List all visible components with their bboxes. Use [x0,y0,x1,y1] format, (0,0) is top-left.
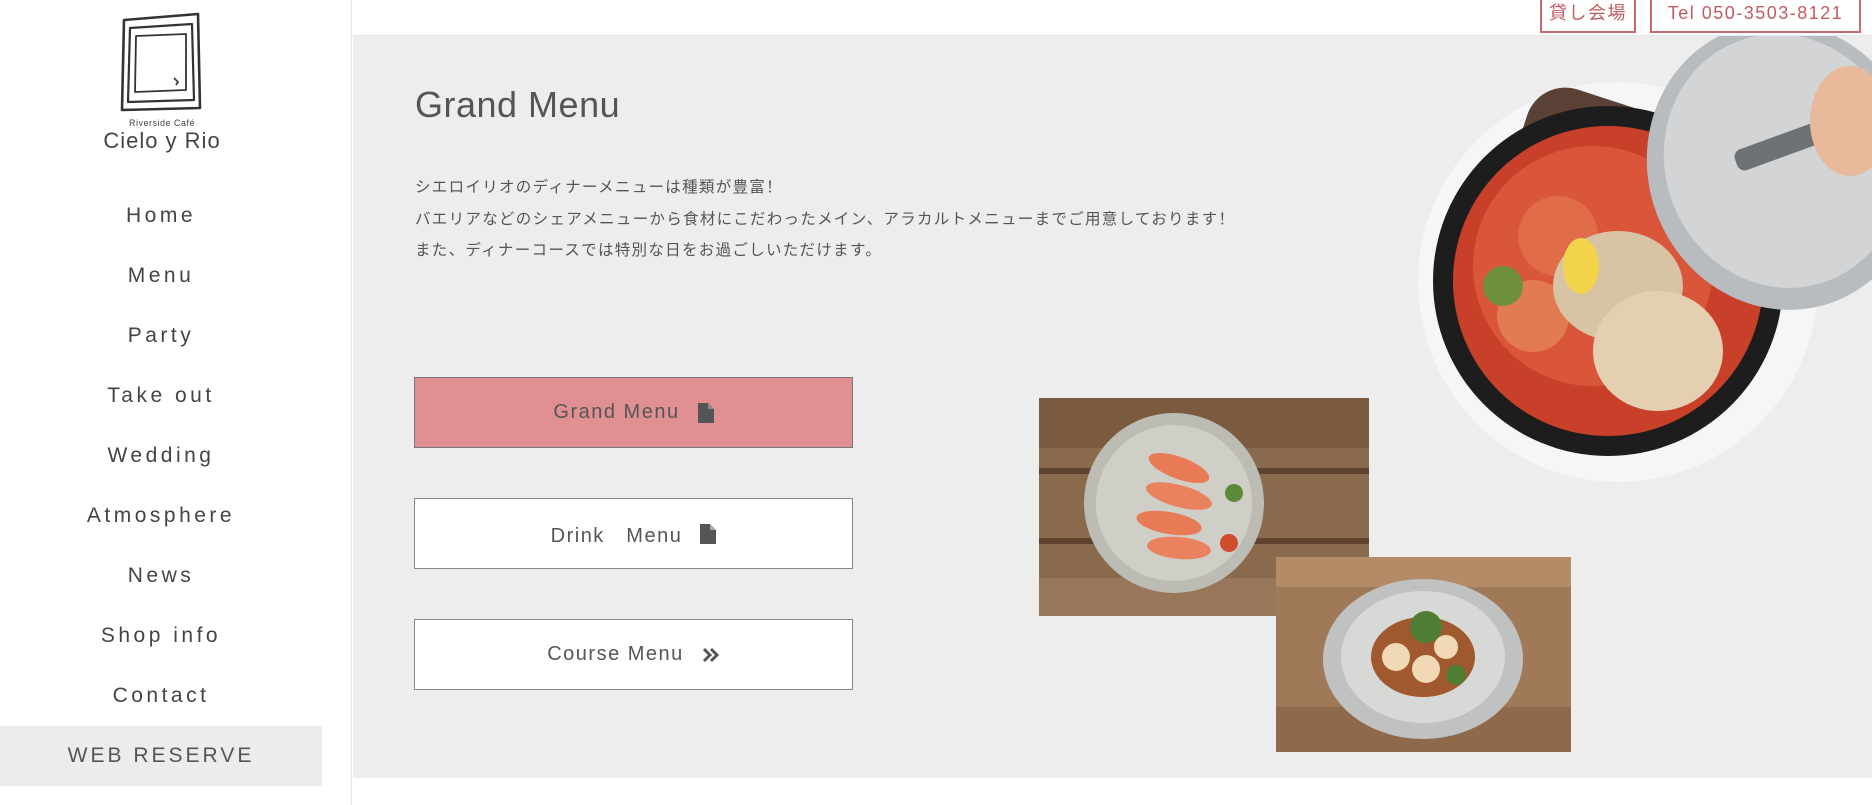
document-icon [700,523,717,544]
logo-frame-icon [120,12,202,112]
top-bar: 貸し会場 Tel 050-3503-8121 [353,0,1872,36]
rental-hall-button[interactable]: 貸し会場 [1540,0,1636,33]
paella-photo [1418,36,1872,482]
course-menu-button[interactable]: Course Menu [414,619,853,690]
web-reserve-button[interactable]: WEB RESERVE [0,726,322,786]
drink-menu-button[interactable]: Drink Menu [414,498,853,569]
description-line: また、ディナーコースでは特別な日をお過ごしいただけます。 [415,242,882,259]
nav-item-shop-info[interactable]: Shop info [0,606,322,666]
tel-button[interactable]: Tel 050-3503-8121 [1650,0,1861,33]
grand-menu-button[interactable]: Grand Menu [414,377,853,448]
description-line: バエリアなどのシェアメニューから食材にこだわったメイン、アラカルトメニューまでご… [415,210,1236,228]
grand-menu-section: Grand Menu シエロイリオのディナーメニューは種類が豊富！ バエリアなど… [353,36,1872,778]
drink-menu-button-label: Drink Menu [550,525,683,547]
document-icon [697,402,714,423]
sidebar: Riverside Café Cielo y Rio Home Menu Par… [0,0,352,805]
footer-strip [353,778,1872,805]
nav-item-menu[interactable]: Menu [0,246,322,306]
logo-name: Cielo y Rio [103,128,221,153]
nav-item-home[interactable]: Home [0,186,322,246]
nav-item-party[interactable]: Party [0,306,322,366]
double-chevron-right-icon [702,647,720,663]
scallop-dish-photo [1276,557,1571,752]
page-title: Grand Menu [415,84,621,125]
description-line: シエロイリオのディナーメニューは種類が豊富！ [415,179,783,196]
nav-item-atmosphere[interactable]: Atmosphere [0,486,322,546]
logo-subtitle: Riverside Café [128,118,196,128]
site-logo[interactable]: Riverside Café Cielo y Rio [100,12,224,162]
nav-item-take-out[interactable]: Take out [0,366,322,426]
nav-item-news[interactable]: News [0,546,322,606]
nav-item-wedding[interactable]: Wedding [0,426,322,486]
course-menu-button-label: Course Menu [547,643,684,665]
grand-menu-button-label: Grand Menu [553,401,680,423]
menu-description: シエロイリオのディナーメニューは種類が豊富！ バエリアなどのシェアメニューから食… [415,172,1235,267]
main-nav: Home Menu Party Take out Wedding Atmosph… [0,186,322,786]
nav-item-contact[interactable]: Contact [0,666,322,726]
